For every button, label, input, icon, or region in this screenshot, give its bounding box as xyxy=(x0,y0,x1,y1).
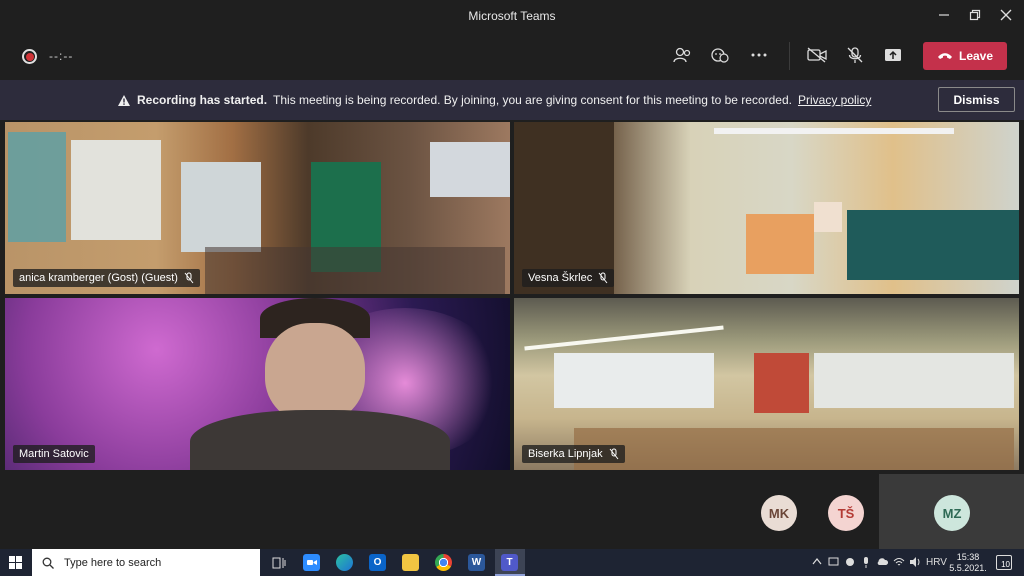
camera-off-icon xyxy=(807,47,827,63)
minimize-button[interactable] xyxy=(936,7,952,23)
participant-name-tag: Vesna Škrlec xyxy=(522,269,615,287)
meeting-timer: --:-- xyxy=(49,49,74,63)
bulletin-board xyxy=(847,210,1019,280)
cabinet xyxy=(746,214,814,274)
tray-cloud-icon[interactable] xyxy=(876,557,889,569)
share-button[interactable] xyxy=(882,44,904,66)
video-tile-4[interactable]: Biserka Lipnjak xyxy=(514,298,1019,470)
ceiling-light xyxy=(714,128,954,134)
participant-name: Biserka Lipnjak xyxy=(528,448,603,460)
show-hidden-icons-icon[interactable] xyxy=(812,557,822,568)
notification-center-icon[interactable]: 10 xyxy=(996,555,1012,570)
meeting-toolbar: --:-- Leave xyxy=(0,32,1024,80)
participant-name-tag: Martin Satovic xyxy=(13,445,95,463)
volume-icon[interactable] xyxy=(909,557,921,570)
warning-icon xyxy=(118,94,130,106)
camera-toggle-button[interactable] xyxy=(806,44,828,66)
students xyxy=(205,247,505,294)
mic-off-icon xyxy=(847,47,863,63)
taskbar-clock[interactable]: 15:38 5.5.2021. xyxy=(948,552,988,574)
mic-off-icon xyxy=(609,448,618,460)
mic-off-icon xyxy=(598,272,608,284)
mic-toggle-button[interactable] xyxy=(844,44,866,66)
windows-start-icon[interactable] xyxy=(9,556,22,569)
window-title: Microsoft Teams xyxy=(468,9,556,23)
task-view-icon[interactable] xyxy=(270,554,287,571)
minimize-icon xyxy=(939,14,949,16)
more-icon xyxy=(751,53,767,57)
mic-off-icon xyxy=(184,272,194,284)
video-tile-3[interactable]: Martin Satovic xyxy=(5,298,510,470)
teams-app-icon[interactable]: T xyxy=(501,554,518,571)
recording-banner: Recording has started. This meeting is b… xyxy=(0,80,1024,120)
participant-name: anica kramberger (Gost) (Guest) xyxy=(19,272,178,284)
windows-taskbar: Type here to search O W T HRV 15:38 5.5.… xyxy=(0,549,1024,576)
ceiling-light xyxy=(524,325,724,351)
wall-drawings xyxy=(554,353,714,408)
recording-consent-text: This meeting is being recorded. By joini… xyxy=(273,93,792,107)
reactions-button[interactable] xyxy=(709,44,731,66)
search-icon xyxy=(42,557,54,569)
participant-avatars: MK TŠ MZ xyxy=(0,470,1024,549)
red-poster xyxy=(754,353,809,413)
person-face xyxy=(265,323,365,423)
leave-label: Leave xyxy=(958,49,994,63)
participant-name-tag: anica kramberger (Gost) (Guest) xyxy=(13,269,200,287)
language-indicator[interactable]: HRV xyxy=(926,557,947,568)
close-button[interactable] xyxy=(998,7,1014,23)
raise-hand-icon xyxy=(711,48,729,63)
sign xyxy=(814,202,842,232)
people-icon xyxy=(673,47,691,63)
participant-name: Martin Satovic xyxy=(19,448,89,460)
close-icon xyxy=(1000,9,1012,21)
participants-button[interactable] xyxy=(671,44,693,66)
word-icon[interactable]: W xyxy=(468,554,485,571)
dismiss-button[interactable]: Dismiss xyxy=(938,87,1015,112)
recording-indicator-icon xyxy=(22,49,37,64)
clock-time: 15:38 xyxy=(956,552,980,562)
title-bar: Microsoft Teams xyxy=(0,0,1024,32)
toolbar-divider xyxy=(789,42,790,70)
search-placeholder: Type here to search xyxy=(64,556,162,569)
restore-icon xyxy=(969,9,981,21)
poster xyxy=(430,142,510,197)
tray-teams-icon[interactable] xyxy=(845,557,856,570)
person-sweater xyxy=(190,410,450,470)
avatar[interactable]: MZ xyxy=(934,495,970,531)
tray-camera-icon[interactable] xyxy=(828,557,839,570)
avatar[interactable]: TŠ xyxy=(828,495,864,531)
edge-browser-icon[interactable] xyxy=(336,554,353,571)
video-tile-1[interactable]: anica kramberger (Gost) (Guest) xyxy=(5,122,510,294)
clock-date: 5.5.2021. xyxy=(949,563,987,573)
outlook-icon[interactable]: O xyxy=(369,554,386,571)
chrome-browser-icon[interactable] xyxy=(435,554,452,571)
participant-name: Vesna Škrlec xyxy=(528,272,593,284)
desks-and-students xyxy=(574,428,1014,470)
wall-map xyxy=(181,162,261,252)
bulletin-drawings xyxy=(814,353,1014,408)
hang-up-icon xyxy=(937,53,952,59)
maximize-button[interactable] xyxy=(967,7,983,23)
classroom-posters xyxy=(71,140,161,240)
leave-button[interactable]: Leave xyxy=(923,42,1007,70)
classroom-poster xyxy=(8,132,66,242)
file-explorer-icon[interactable] xyxy=(402,554,419,571)
wifi-icon[interactable] xyxy=(893,557,905,570)
taskbar-search[interactable]: Type here to search xyxy=(32,549,260,576)
more-options-button[interactable] xyxy=(748,44,770,66)
recording-title: Recording has started. xyxy=(137,93,268,107)
tray-mic-icon[interactable] xyxy=(862,557,870,571)
recording-message: Recording has started. This meeting is b… xyxy=(117,93,871,107)
share-screen-icon xyxy=(885,49,901,61)
zoom-app-icon[interactable] xyxy=(303,554,320,571)
avatar[interactable]: MK xyxy=(761,495,797,531)
participant-name-tag: Biserka Lipnjak xyxy=(522,445,625,463)
video-tile-2[interactable]: Vesna Škrlec xyxy=(514,122,1019,294)
privacy-policy-link[interactable]: Privacy policy xyxy=(798,93,871,107)
